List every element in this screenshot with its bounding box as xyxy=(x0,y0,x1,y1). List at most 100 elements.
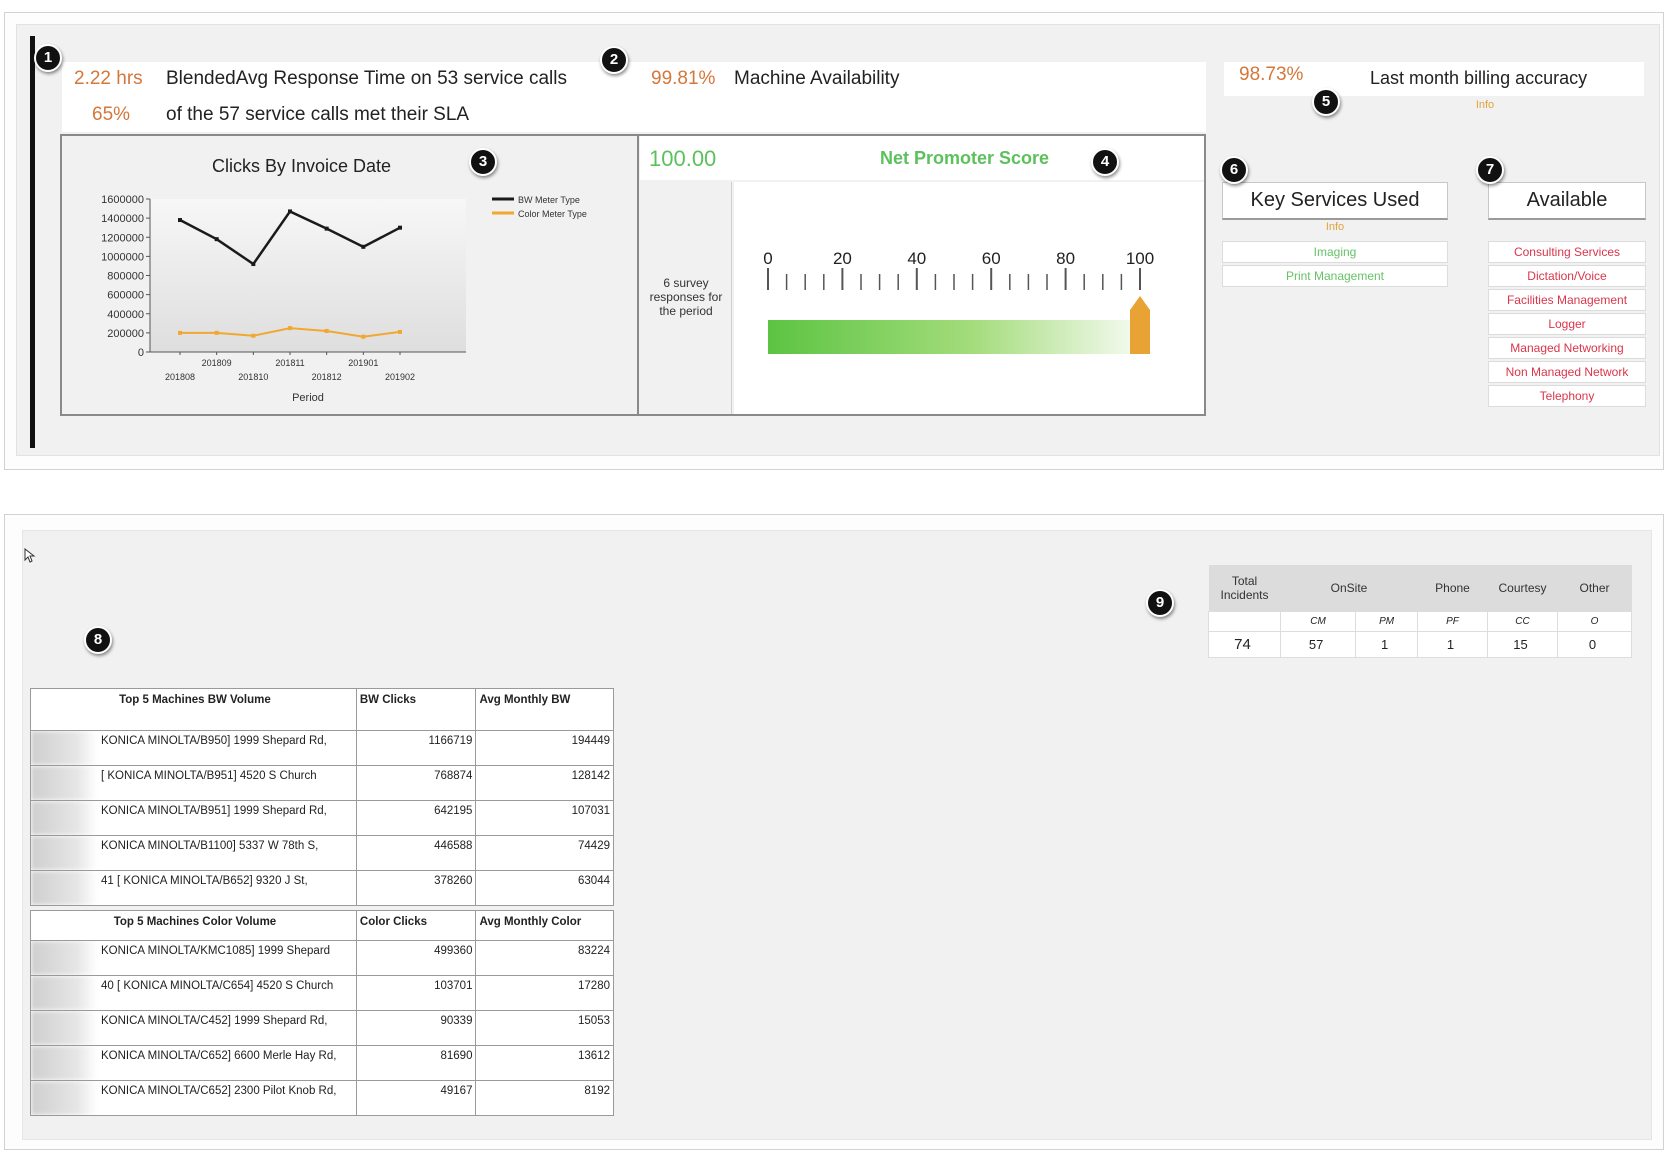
y-tick-label: 0 xyxy=(138,347,144,359)
incidents-value: 1 xyxy=(1355,630,1418,658)
bw-table-header: Top 5 Machines BW Volume xyxy=(30,688,357,731)
nps-value: 100.00 xyxy=(649,146,717,171)
gauge-scale-label: 60 xyxy=(982,250,1001,268)
color-clicks-cell: 81690 xyxy=(355,1045,477,1081)
color-clicks-cell: 90339 xyxy=(355,1010,477,1046)
available-service-item[interactable]: Dictation/Voice xyxy=(1488,265,1646,287)
data-point xyxy=(288,209,292,214)
bw-avg-cell: 63044 xyxy=(475,870,614,906)
bw-clicks-cell: 1166719 xyxy=(355,730,477,766)
mouse-cursor-icon xyxy=(24,548,36,563)
x-tick-label: 201811 xyxy=(275,358,304,368)
gauge-scale-label: 80 xyxy=(1056,250,1075,268)
bw-clicks-cell: 446588 xyxy=(355,835,477,871)
available-service-item[interactable]: Facilities Management xyxy=(1488,289,1646,311)
x-tick-label: 201809 xyxy=(202,358,232,368)
color-avg-header: Avg Monthly Color xyxy=(475,910,614,941)
key-services-title: Key Services Used xyxy=(1222,182,1448,220)
available-service-item[interactable]: Logger xyxy=(1488,313,1646,335)
x-tick-label: 201808 xyxy=(165,372,195,382)
incidents-subheader: PF xyxy=(1417,610,1488,632)
incidents-onsite-header: OnSite xyxy=(1280,565,1418,611)
incidents-total-header: Total Incidents xyxy=(1208,565,1281,611)
available-service-item[interactable]: Non Managed Network xyxy=(1488,361,1646,383)
callout-badge-5: 5 xyxy=(1312,88,1340,116)
table-row: [ KONICA MINOLTA/B951] 4520 S Church 768… xyxy=(30,765,614,801)
callout-badge-2: 2 xyxy=(600,46,628,74)
color-clicks-cell: 103701 xyxy=(355,975,477,1011)
data-point xyxy=(398,329,402,334)
incidents-subheader: CM xyxy=(1279,610,1357,632)
bw-clicks-cell: 378260 xyxy=(355,870,477,906)
bw-avg-cell: 107031 xyxy=(475,800,614,836)
bw-avg-header: Avg Monthly BW xyxy=(475,688,614,731)
y-tick-label: 1600000 xyxy=(101,194,144,206)
callout-badge-1: 1 xyxy=(34,44,62,72)
nps-gauge: 0 20 40 60 80 100 xyxy=(763,250,1154,354)
data-point xyxy=(361,334,366,339)
color-avg-cell: 15053 xyxy=(475,1010,614,1046)
incidents-table: Total Incidents OnSite Phone Courtesy Ot… xyxy=(1208,565,1632,658)
color-avg-cell: 13612 xyxy=(475,1045,614,1081)
legend-bw-label: BW Meter Type xyxy=(518,195,580,205)
nps-label: Net Promoter Score xyxy=(880,148,1050,168)
table-row: KONICA MINOLTA/C452] 1999 Shepard Rd, 90… xyxy=(30,1010,614,1046)
nps-bar-fill xyxy=(768,320,1140,354)
response-time-label: BlendedAvg Response Time on 53 service c… xyxy=(166,68,567,89)
x-tick-label: 201902 xyxy=(385,372,415,382)
incidents-value: 15 xyxy=(1487,630,1558,658)
availability-label: Machine Availability xyxy=(734,68,900,89)
available-service-item[interactable]: Managed Networking xyxy=(1488,337,1646,359)
data-point xyxy=(288,326,292,331)
clicks-line-chart: 1600000 1400000 1200000 1000000 800000 600000… xyxy=(101,194,587,404)
y-tick-label: 1400000 xyxy=(101,213,144,225)
nps-pointer xyxy=(1130,296,1150,354)
available-service-item[interactable]: Consulting Services xyxy=(1488,241,1646,263)
color-clicks-header: Color Clicks xyxy=(355,910,477,941)
legend-color-label: Color Meter Type xyxy=(518,209,587,219)
table-row: KONICA MINOLTA/B951] 1999 Shepard Rd, 64… xyxy=(30,800,614,836)
incidents-subheader: O xyxy=(1557,610,1632,632)
callout-badge-6: 6 xyxy=(1220,156,1248,184)
available-service-item[interactable]: Telephony xyxy=(1488,385,1646,407)
callout-badge-7: 7 xyxy=(1476,156,1504,184)
x-tick-label: 201812 xyxy=(312,372,342,382)
incidents-total-value: 74 xyxy=(1208,630,1281,658)
y-tick-label: 200000 xyxy=(107,328,144,340)
color-avg-cell: 17280 xyxy=(475,975,614,1011)
callout-badge-4: 4 xyxy=(1091,148,1119,176)
table-row: 41 [ KONICA MINOLTA/B652] 9320 J St, 378… xyxy=(30,870,614,906)
data-point xyxy=(251,333,256,338)
table-row: KONICA MINOLTA/B950] 1999 Shepard Rd, 11… xyxy=(30,730,614,766)
data-point xyxy=(324,226,329,231)
gauge-scale-label: 100 xyxy=(1126,250,1154,268)
table-row: KONICA MINOLTA/B1100] 5337 W 78th S, 446… xyxy=(30,835,614,871)
clicks-chart-title: Clicks By Invoice Date xyxy=(212,156,392,176)
x-tick-label: 201810 xyxy=(238,372,268,382)
y-tick-label: 1200000 xyxy=(101,232,144,244)
left-accent-bar xyxy=(30,36,35,448)
sla-value: 65% xyxy=(92,104,131,125)
incidents-value: 57 xyxy=(1279,630,1357,658)
key-services-info-link[interactable]: Info xyxy=(1310,221,1360,233)
callout-badge-3: 3 xyxy=(469,148,497,176)
data-point xyxy=(178,330,182,335)
response-time-value: 2.22 hrs xyxy=(74,68,143,89)
key-service-item[interactable]: Print Management xyxy=(1222,265,1448,287)
table-row: 40 [ KONICA MINOLTA/C654] 4520 S Church … xyxy=(30,975,614,1011)
color-avg-cell: 8192 xyxy=(475,1080,614,1116)
chart-divider xyxy=(637,134,639,416)
y-tick-label: 1000000 xyxy=(101,251,144,263)
y-tick-label: 600000 xyxy=(107,290,144,302)
data-point xyxy=(324,328,329,333)
sla-label: of the 57 service calls met their SLA xyxy=(166,104,470,125)
incidents-courtesy-header: Courtesy xyxy=(1487,565,1558,611)
x-tick-label: 201901 xyxy=(348,358,378,368)
key-service-item[interactable]: Imaging xyxy=(1222,241,1448,263)
incidents-subheader xyxy=(1208,610,1281,632)
availability-value: 99.81% xyxy=(651,68,716,89)
billing-info-link[interactable]: Info xyxy=(1460,99,1510,111)
billing-value: 98.73% xyxy=(1239,64,1304,85)
bw-clicks-header: BW Clicks xyxy=(355,688,477,731)
x-axis-label: Period xyxy=(292,392,324,404)
